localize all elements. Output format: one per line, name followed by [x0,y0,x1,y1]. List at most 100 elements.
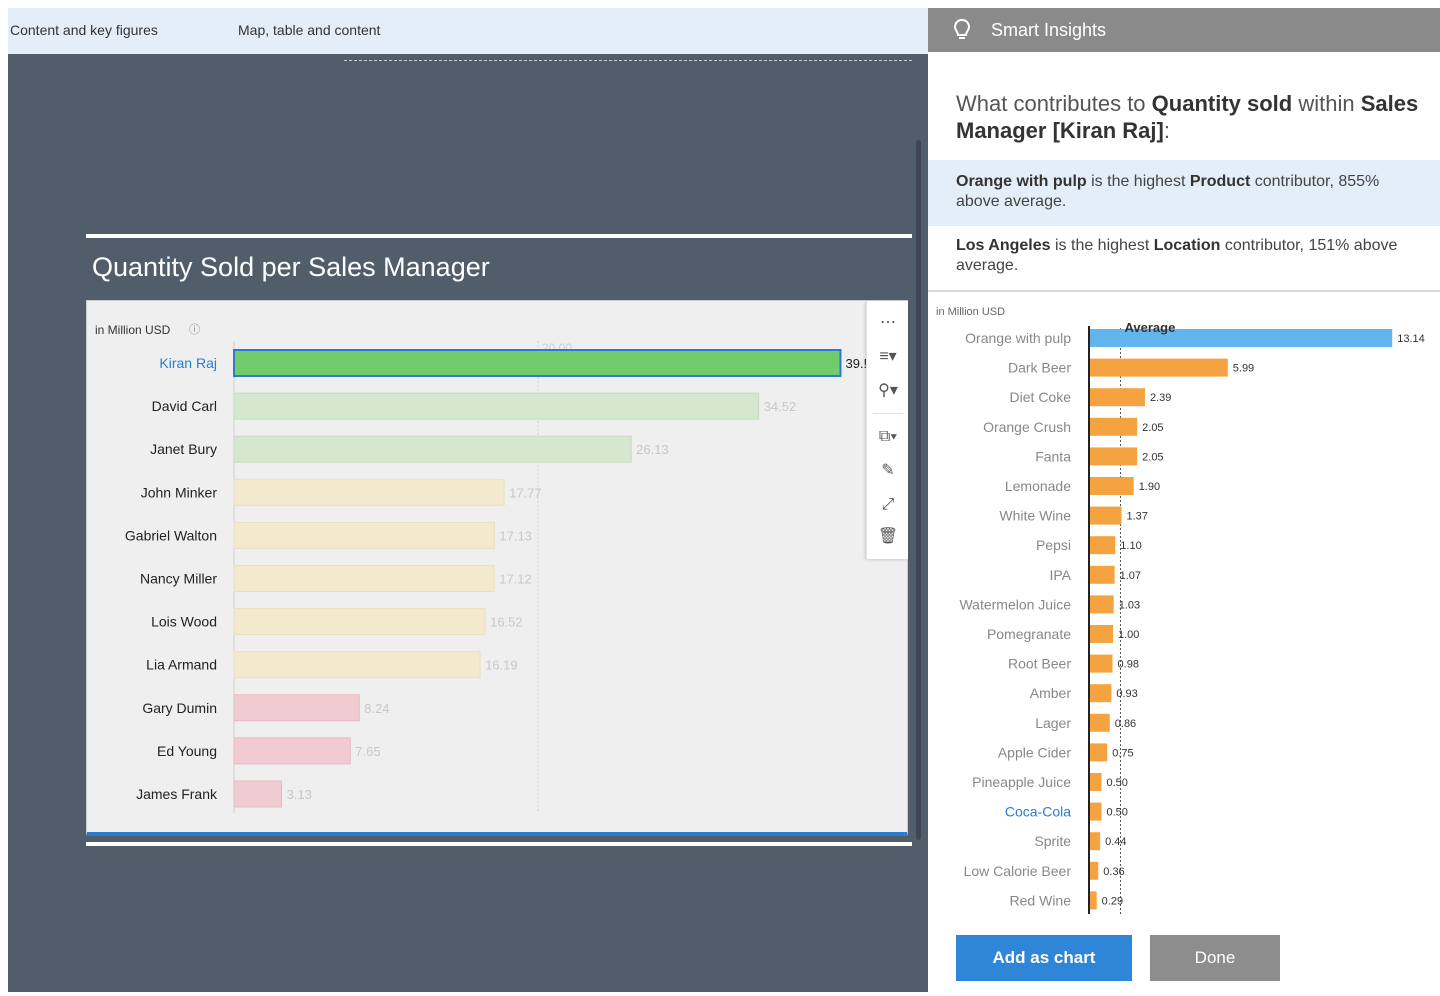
tab-map-table-and-content[interactable]: Map, table and content [238,22,380,38]
insight-question: What contributes to Quantity sold within… [956,90,1436,144]
category-label: Kiran Raj [159,355,217,371]
comment-icon[interactable]: ✎ [867,457,909,485]
contributor-label: White Wine [999,508,1071,524]
sort-icon[interactable]: ≡▾ [867,343,909,371]
contributor-label: Orange Crush [983,419,1071,435]
bar [233,392,760,420]
contributor-bar [1090,891,1097,910]
fullscreen-icon[interactable]: ⤢ [867,491,909,519]
chart-divider-bottom [86,842,912,846]
contributor-value: 13.14 [1397,333,1425,345]
add-as-chart-button[interactable]: Add as chart [956,935,1132,981]
average-label: Average [1125,320,1176,335]
smart-insights-panel: Smart Insights What contributes to Quant… [928,8,1440,996]
insight-member: Orange with pulp [956,173,1087,190]
bar-chart-widget[interactable]: in Million USD ⓘ 20.00 Kiran Raj 39.! David… [86,300,908,836]
contributor-bar [1090,477,1134,495]
more-icon[interactable]: ⋯ [867,309,909,337]
contributor-bar [1090,447,1138,466]
bar [233,780,283,808]
category-label: Janet Bury [150,441,217,457]
contributor-value: 2.05 [1142,422,1163,434]
contributor-label: Amber [1030,685,1072,701]
panel-title: Smart Insights [991,20,1107,40]
sales-manager-bar-chart: 20.00Kiran Raj 39.!David Carl 34.52Janet B… [125,341,867,813]
done-button[interactable]: Done [1150,935,1280,981]
chart-divider-top [86,234,912,238]
contributor-unit-label: in Million USD [936,306,1006,318]
toolbar-divider [873,413,903,414]
data-label: 17.12 [499,572,532,587]
chart-title: Quantity Sold per Sales Manager [92,252,490,282]
contributor-value: 0.29 [1102,895,1123,907]
contributor-bar [1090,536,1116,555]
contributor-label: Root Beer [1008,656,1071,672]
category-label: Lois Wood [151,614,217,630]
contributor-value: 1.10 [1120,540,1141,552]
insight-text: is the highest [1086,173,1190,190]
bar [233,651,481,679]
contributor-label: Pomegranate [987,626,1071,642]
bar [233,435,632,463]
chart-toolbar: ⋯ ≡▾ ⚲▾ ⧉▾ ✎ ⤢ 🗑 [866,301,908,559]
contributor-label: Orange with pulp [965,330,1071,346]
contributor-label: Watermelon Juice [959,596,1071,612]
contributor-value: 5.99 [1233,363,1254,375]
data-label: 16.52 [490,615,523,630]
contributor-bar [1090,506,1122,525]
contributor-value: 2.39 [1150,392,1171,404]
drop-zone-outline [344,60,912,61]
category-label: Nancy Miller [140,571,217,587]
contributor-label: Red Wine [1010,892,1072,908]
contributor-value: 0.50 [1107,777,1128,789]
contributor-value: 1.37 [1127,511,1148,523]
data-label: 39.! [845,356,867,371]
contributor-label: Pepsi [1036,537,1071,553]
contributor-label: Diet Coke [1010,389,1072,405]
insight-item-location[interactable]: Los Angeles is the highest Location cont… [928,226,1440,292]
category-label: Gabriel Walton [125,527,217,543]
contributor-label: Apple Cider [998,744,1071,760]
contributor-value: 0.98 [1118,659,1139,671]
contributor-label: Sprite [1034,833,1071,849]
contributor-bar [1090,358,1228,377]
data-label: 3.13 [287,787,312,802]
story-canvas: Content and key figures Map, table and c… [8,8,928,992]
contributor-bar [1090,743,1108,762]
category-label: John Minker [141,484,218,500]
data-label: 17.13 [499,528,532,543]
bar [233,694,360,722]
contributor-label: Pineapple Juice [972,774,1071,790]
contributor-bar [1090,388,1145,407]
contributor-value: 2.05 [1142,451,1163,463]
lightbulb-icon [953,18,971,39]
contributor-value: 1.03 [1119,599,1140,611]
data-label: 16.19 [485,658,518,673]
contributor-bar [1090,802,1102,821]
delete-icon[interactable]: 🗑 [867,523,909,551]
category-label: Lia Armand [146,657,217,673]
data-label: 26.13 [636,442,669,457]
product-contributor-chart: Orange with pulp 13.14 Dark Beer 5.99 Diet C… [959,320,1425,914]
contributor-bar [1090,684,1112,703]
tab-content-and-key-figures[interactable]: Content and key figures [10,22,158,38]
contributor-bar [1090,565,1115,584]
contributor-bar [1090,773,1102,791]
contributor-bar [1090,625,1113,643]
contributor-bar [1090,417,1138,436]
bar [233,521,495,549]
data-label: 8.24 [364,701,389,716]
ranking-icon[interactable]: ⚲▾ [867,377,909,405]
insight-member: Los Angeles [956,237,1051,254]
canvas-scrollbar[interactable] [916,140,921,840]
contributor-bar [1090,861,1099,880]
insight-item-product[interactable]: Orange with pulp is the highest Product … [928,160,1440,226]
copy-icon[interactable]: ⧉▾ [867,423,909,451]
data-label: 7.65 [355,744,380,759]
bar [233,608,486,636]
contributor-value: 0.36 [1103,866,1124,878]
insight-text: is the highest [1050,237,1154,254]
contributor-value: 0.86 [1115,718,1136,730]
contributor-label: Dark Beer [1008,360,1071,376]
insight-dimension: Product [1189,173,1251,190]
